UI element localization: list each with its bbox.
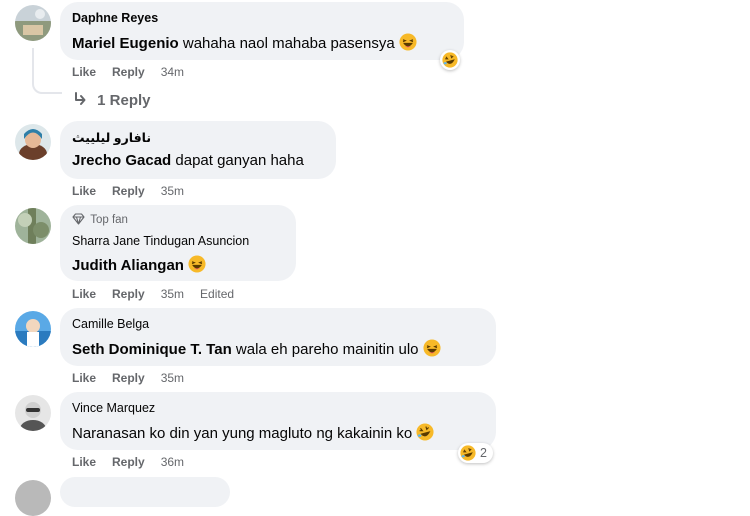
- reply-button[interactable]: Reply: [112, 184, 145, 198]
- rofl-reaction-icon: [442, 52, 458, 68]
- like-button[interactable]: Like: [72, 65, 96, 79]
- edited-label: Edited: [200, 287, 235, 301]
- tagged-name[interactable]: Seth Dominique T. Tan: [72, 341, 232, 358]
- comment-text: Judith Aliangan: [72, 255, 206, 274]
- reaction-badge[interactable]: [440, 50, 460, 70]
- avatar[interactable]: [15, 395, 51, 431]
- laughing-emoji-icon: [423, 339, 441, 357]
- comment-bubble: [60, 477, 230, 507]
- tagged-name[interactable]: Judith Aliangan: [72, 257, 184, 274]
- comment-time[interactable]: 35m: [161, 287, 184, 301]
- avatar[interactable]: [15, 208, 51, 244]
- comment-author[interactable]: Daphne Reyes: [72, 11, 158, 25]
- comment-time[interactable]: 35m: [161, 184, 184, 198]
- laughing-emoji-icon: [399, 33, 417, 51]
- avatar[interactable]: [15, 124, 51, 160]
- rofl-emoji-icon: [416, 423, 434, 441]
- comment-time[interactable]: 35m: [161, 371, 184, 385]
- reply-button[interactable]: Reply: [112, 371, 145, 385]
- thread-line: [32, 48, 62, 94]
- reply-button[interactable]: Reply: [112, 455, 145, 469]
- like-button[interactable]: Like: [72, 455, 96, 469]
- top-fan-badge: Top fan: [72, 213, 128, 226]
- view-replies-link[interactable]: 1 Reply: [73, 91, 151, 109]
- reaction-count: 2: [480, 446, 487, 460]
- comment-actions: Like Reply 35m: [72, 184, 200, 198]
- comment-author[interactable]: Camille Belga: [72, 317, 149, 331]
- comment-body: wala eh pareho mainitin ulo: [231, 341, 419, 358]
- avatar[interactable]: [15, 5, 51, 41]
- comment-author[interactable]: Sharra Jane Tindugan Asuncion: [72, 234, 249, 248]
- reply-arrow-icon: [75, 92, 86, 105]
- comment-text: Naranasan ko din yan yung magluto ng kak…: [72, 423, 434, 442]
- comment-author[interactable]: نافارو ليلييث: [72, 130, 151, 145]
- comment-text: Seth Dominique T. Tan wala eh pareho mai…: [72, 339, 441, 358]
- avatar[interactable]: [15, 480, 51, 516]
- comment-text: Jrecho Gacad dapat ganyan haha: [72, 152, 304, 169]
- comment-actions: Like Reply 34m: [72, 65, 200, 79]
- replies-count: 1 Reply: [97, 92, 151, 109]
- tagged-name[interactable]: Mariel Eugenio: [72, 35, 179, 52]
- rofl-reaction-icon: [460, 445, 476, 461]
- laughing-emoji-icon: [188, 255, 206, 273]
- comment-body: wahaha naol mahaba pasensya: [178, 35, 395, 52]
- reply-button[interactable]: Reply: [112, 65, 145, 79]
- comment-author[interactable]: Vince Marquez: [72, 401, 155, 415]
- top-fan-label: Top fan: [90, 214, 128, 226]
- like-button[interactable]: Like: [72, 184, 96, 198]
- reaction-badge[interactable]: 2: [458, 443, 493, 463]
- comment-actions: Like Reply 36m: [72, 455, 200, 469]
- comment-body: dapat ganyan haha: [171, 152, 304, 169]
- comment-time[interactable]: 34m: [161, 65, 184, 79]
- reply-button[interactable]: Reply: [112, 287, 145, 301]
- comment-actions: Like Reply 35m: [72, 371, 200, 385]
- comment-actions: Like Reply 35m Edited: [72, 287, 250, 301]
- like-button[interactable]: Like: [72, 371, 96, 385]
- like-button[interactable]: Like: [72, 287, 96, 301]
- comment-text: Mariel Eugenio wahaha naol mahaba pasens…: [72, 33, 417, 52]
- diamond-icon: [72, 213, 85, 225]
- tagged-name[interactable]: Jrecho Gacad: [72, 152, 171, 169]
- avatar[interactable]: [15, 311, 51, 347]
- comment-time[interactable]: 36m: [161, 455, 184, 469]
- comment-body: Naranasan ko din yan yung magluto ng kak…: [72, 425, 413, 442]
